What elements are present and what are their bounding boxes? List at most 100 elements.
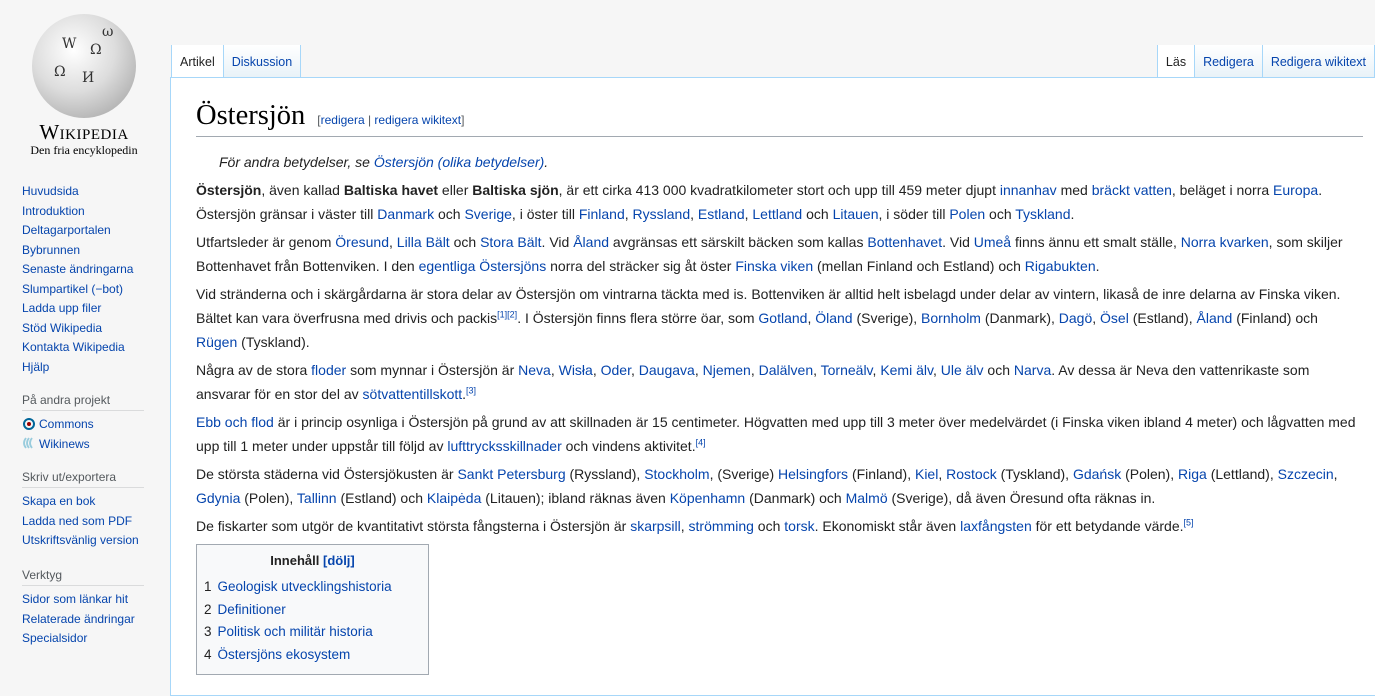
wiki-link[interactable]: Ebb och flod (196, 414, 274, 430)
sidebar-nav-link[interactable]: Stöd Wikipedia (22, 321, 102, 335)
wiki-link[interactable]: Bottenhavet (867, 234, 942, 250)
wiki-link[interactable]: Danmark (377, 206, 434, 222)
toc-item[interactable]: 4 Östersjöns ekosystem (204, 644, 421, 667)
wiki-link[interactable]: Riga (1178, 466, 1207, 482)
tab-edit[interactable]: Redigera (1195, 45, 1263, 78)
wiki-link[interactable]: Gdynia (196, 490, 240, 506)
wiki-link[interactable]: Europa (1273, 182, 1318, 198)
wiki-link[interactable]: Ule älv (941, 362, 984, 378)
wiki-link[interactable]: Tallinn (297, 490, 337, 506)
toc-toggle[interactable]: [dölj] (323, 553, 355, 568)
citation-link[interactable]: [3] (466, 385, 476, 395)
wiki-link[interactable]: Neva (518, 362, 551, 378)
tools-link[interactable]: Sidor som länkar hit (22, 592, 128, 606)
wiki-link[interactable]: Norra kvarken (1181, 234, 1269, 250)
wiki-link[interactable]: Ryssland (633, 206, 691, 222)
disambiguation-link[interactable]: Östersjön (olika betydelser) (374, 154, 544, 170)
sidebar-nav-link[interactable]: Huvudsida (22, 184, 79, 198)
tab-read[interactable]: Läs (1156, 45, 1196, 78)
wiki-link[interactable]: Kemi älv (880, 362, 933, 378)
wiki-link[interactable]: Litauen (833, 206, 879, 222)
sidebar-nav-link[interactable]: Hjälp (22, 360, 49, 374)
toc-link[interactable]: Definitioner (218, 602, 286, 617)
wiki-link[interactable]: Stora Bält (480, 234, 541, 250)
citation-link[interactable]: [2] (507, 309, 517, 319)
wiki-link[interactable]: Rigabukten (1025, 258, 1096, 274)
edit-source-link[interactable]: redigera wikitext (374, 113, 461, 127)
sidebar-nav-link[interactable]: Senaste ändringarna (22, 262, 133, 276)
citation-link[interactable]: [1] (497, 309, 507, 319)
tab-discussion[interactable]: Diskussion (223, 45, 302, 78)
tools-link[interactable]: Specialsidor (22, 631, 87, 645)
wiki-link[interactable]: Köpenhamn (670, 490, 746, 506)
sidebar-nav-link[interactable]: Deltagarportalen (22, 223, 111, 237)
export-link[interactable]: Skapa en bok (22, 494, 95, 508)
wiki-link[interactable]: Rostock (946, 466, 997, 482)
tab-article[interactable]: Artikel (171, 45, 224, 78)
wiki-link[interactable]: Daugava (639, 362, 695, 378)
wiki-link[interactable]: floder (311, 362, 346, 378)
wiki-link[interactable]: Lilla Bält (397, 234, 450, 250)
toc-link[interactable]: Geologisk utvecklingshistoria (218, 579, 392, 594)
wiki-link[interactable]: Wisła (559, 362, 593, 378)
wiki-link[interactable]: Torneälv (821, 362, 873, 378)
wikipedia-logo[interactable]: WΩΩИω Wikipedia Den fria encyklopedin (14, 10, 154, 157)
sidebar-nav-link[interactable]: Bybrunnen (22, 243, 80, 257)
wiki-link[interactable]: Polen (949, 206, 985, 222)
wikinews-link[interactable]: Wikinews (22, 437, 90, 451)
wiki-link[interactable]: Gotland (758, 310, 807, 326)
wiki-link[interactable]: Dagö (1059, 310, 1092, 326)
toc-link[interactable]: Östersjöns ekosystem (218, 647, 351, 662)
wiki-link[interactable]: Rügen (196, 334, 237, 350)
sidebar-nav-link[interactable]: Slumpartikel (−bot) (22, 282, 123, 296)
wiki-link[interactable]: Bornholm (921, 310, 981, 326)
wiki-link[interactable]: Åland (1197, 310, 1233, 326)
citation-link[interactable]: [4] (696, 437, 706, 447)
sidebar-nav-link[interactable]: Introduktion (22, 204, 85, 218)
wiki-link[interactable]: egentliga Östersjöns (419, 258, 547, 274)
sidebar-nav-link[interactable]: Kontakta Wikipedia (22, 340, 125, 354)
edit-link[interactable]: redigera (321, 113, 365, 127)
toc-link[interactable]: Politisk och militär historia (218, 624, 373, 639)
wiki-link[interactable]: Dalälven (759, 362, 813, 378)
wiki-link[interactable]: Lettland (752, 206, 802, 222)
wiki-link[interactable]: Estland (698, 206, 745, 222)
wiki-link[interactable]: strömming (689, 518, 754, 534)
wiki-link[interactable]: lufttrycksskillnader (447, 438, 561, 454)
wiki-link[interactable]: Tyskland (1015, 206, 1070, 222)
wiki-link[interactable]: laxfångsten (960, 518, 1032, 534)
wiki-link[interactable]: Kiel (915, 466, 938, 482)
toc-item[interactable]: 3 Politisk och militär historia (204, 621, 421, 644)
export-link[interactable]: Utskriftsvänlig version (22, 533, 139, 547)
wiki-link[interactable]: bräckt vatten (1092, 182, 1172, 198)
commons-link[interactable]: Commons (22, 417, 94, 431)
wiki-link[interactable]: Njemen (703, 362, 751, 378)
tab-edit-source[interactable]: Redigera wikitext (1262, 45, 1375, 78)
toc-item[interactable]: 2 Definitioner (204, 599, 421, 622)
wiki-link[interactable]: Narva (1014, 362, 1051, 378)
wiki-link[interactable]: torsk (784, 518, 814, 534)
wiki-link[interactable]: Umeå (974, 234, 1011, 250)
wiki-link[interactable]: sötvattentillskott (363, 386, 463, 402)
citation-link[interactable]: [5] (1184, 517, 1194, 527)
wiki-link[interactable]: Sverige (464, 206, 511, 222)
export-link[interactable]: Ladda ned som PDF (22, 514, 132, 528)
wiki-link[interactable]: Öresund (335, 234, 389, 250)
tools-link[interactable]: Relaterade ändringar (22, 612, 135, 626)
wiki-link[interactable]: Klaipėda (427, 490, 482, 506)
wiki-link[interactable]: Åland (573, 234, 609, 250)
wiki-link[interactable]: Öland (815, 310, 852, 326)
wiki-link[interactable]: Malmö (846, 490, 888, 506)
wiki-link[interactable]: Ösel (1100, 310, 1129, 326)
wiki-link[interactable]: Sankt Petersburg (457, 466, 565, 482)
wiki-link[interactable]: Stockholm (644, 466, 709, 482)
toc-item[interactable]: 1 Geologisk utvecklingshistoria (204, 576, 421, 599)
wiki-link[interactable]: skarpsill (630, 518, 681, 534)
wiki-link[interactable]: Oder (601, 362, 631, 378)
wiki-link[interactable]: Finland (579, 206, 625, 222)
wiki-link[interactable]: Helsingfors (778, 466, 848, 482)
wiki-link[interactable]: Gdańsk (1073, 466, 1121, 482)
wiki-link[interactable]: innanhav (1000, 182, 1057, 198)
wiki-link[interactable]: Finska viken (735, 258, 813, 274)
sidebar-nav-link[interactable]: Ladda upp filer (22, 301, 101, 315)
